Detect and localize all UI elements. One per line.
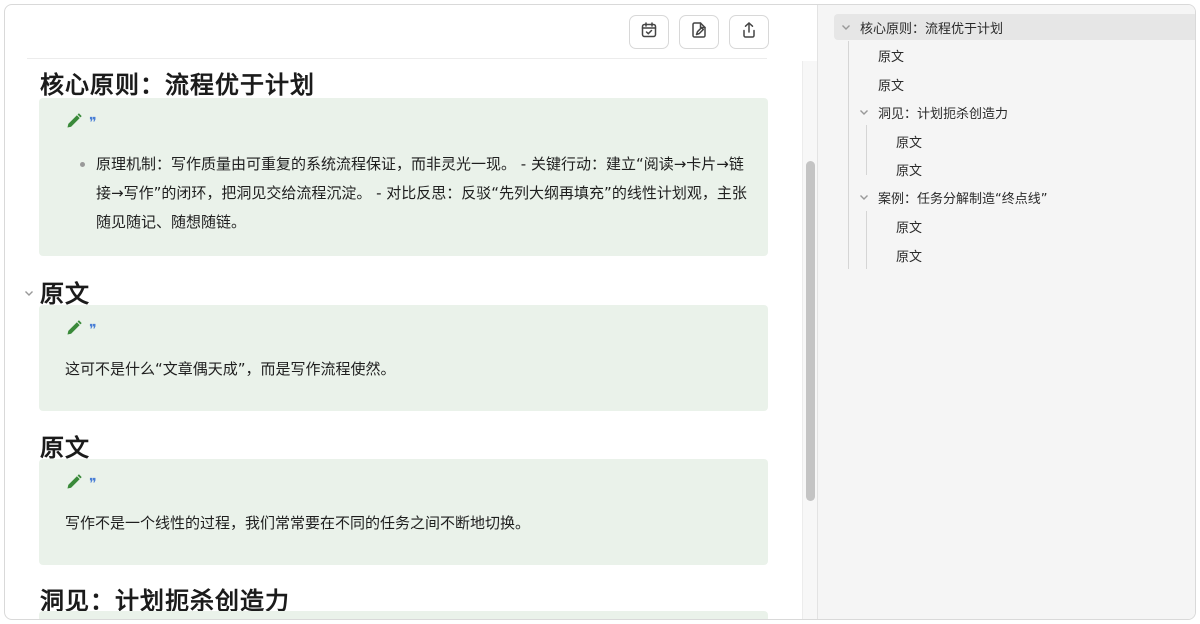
outline-guide-line xyxy=(866,211,867,269)
outline-item-label: 案例：任务分解制造“终点线” xyxy=(878,191,1048,207)
share-button[interactable] xyxy=(729,15,769,49)
chevron-down-icon[interactable] xyxy=(858,191,870,203)
outline-item-label: 原文 xyxy=(896,163,923,179)
outline-item[interactable]: 核心原则：流程优于计划 xyxy=(834,14,1195,40)
app-window: 核心原则：流程优于计划 ❞ 原理机制：写作质量由可重复的系统流程保证，而非灵光一… xyxy=(4,4,1196,620)
document-pane: 核心原则：流程优于计划 ❞ 原理机制：写作质量由可重复的系统流程保证，而非灵光一… xyxy=(5,5,802,619)
section-heading-original-text[interactable]: 原文 xyxy=(40,428,90,463)
outline-item-label: 核心原则：流程优于计划 xyxy=(860,21,1004,37)
outline-item-label: 洞见：计划扼杀创造力 xyxy=(878,106,1009,122)
note-card xyxy=(39,611,768,619)
pencil-icon[interactable] xyxy=(65,112,83,134)
pencil-icon[interactable] xyxy=(65,473,83,495)
outline-item[interactable]: 案例：任务分解制造“终点线” xyxy=(858,184,1047,210)
outline-item[interactable]: 原文 xyxy=(878,71,904,97)
scrollbar[interactable] xyxy=(802,61,817,619)
outline-item-label: 原文 xyxy=(878,49,905,65)
toolbar-divider xyxy=(27,58,767,59)
outline-item-label: 原文 xyxy=(896,135,923,151)
list-item: 原理机制：写作质量由可重复的系统流程保证，而非灵光一现。 - 关键行动：建立“阅… xyxy=(65,150,748,237)
outline-item[interactable]: 洞见：计划扼杀创造力 xyxy=(858,99,1008,125)
outline-guide-line xyxy=(848,41,849,269)
section-heading-core-principle[interactable]: 核心原则：流程优于计划 xyxy=(40,65,315,100)
file-edit-icon xyxy=(690,21,708,43)
toolbar xyxy=(629,15,769,49)
bullet-dot xyxy=(80,162,85,167)
quote-icon[interactable]: ❞ xyxy=(89,323,96,337)
note-card: ❞ 原理机制：写作质量由可重复的系统流程保证，而非灵光一现。 - 关键行动：建立… xyxy=(39,98,768,256)
chevron-down-icon[interactable] xyxy=(840,21,852,33)
outline-guide-line xyxy=(866,125,867,175)
outline-item-label: 原文 xyxy=(896,220,923,236)
outline-item[interactable]: 原文 xyxy=(878,42,904,68)
card-content: 写作不是一个线性的过程，我们常常要在不同的任务之间不断地切换。 xyxy=(65,514,531,532)
chevron-down-icon[interactable] xyxy=(858,106,870,118)
note-card: ❞ 写作不是一个线性的过程，我们常常要在不同的任务之间不断地切换。 xyxy=(39,459,768,565)
card-content: 原理机制：写作质量由可重复的系统流程保证，而非灵光一现。 - 关键行动：建立“阅… xyxy=(65,150,748,237)
outline-item-label: 原文 xyxy=(896,249,923,265)
note-card: ❞ 这可不是什么“文章偶天成”，而是写作流程使然。 xyxy=(39,305,768,411)
calendar-button[interactable] xyxy=(629,15,669,49)
section-heading-original-text[interactable]: 原文 xyxy=(40,274,90,309)
share-icon xyxy=(740,21,758,43)
quote-icon[interactable]: ❞ xyxy=(89,477,96,491)
pencil-icon[interactable] xyxy=(65,319,83,341)
outline-item[interactable]: 原文 xyxy=(896,156,922,182)
outline-sidebar: 核心原则：流程优于计划 原文 原文 洞见：计划扼杀创造力 原文 原文 案例：任务… xyxy=(817,5,1195,619)
outline-item[interactable]: 原文 xyxy=(896,242,922,268)
collapse-chevron-icon[interactable] xyxy=(23,284,35,296)
card-content: 这可不是什么“文章偶天成”，而是写作流程使然。 xyxy=(65,360,396,378)
bullet-text: 原理机制：写作质量由可重复的系统流程保证，而非灵光一现。 - 关键行动：建立“阅… xyxy=(96,155,747,231)
outline-item-label: 原文 xyxy=(878,78,905,94)
quote-icon[interactable]: ❞ xyxy=(89,116,96,130)
outline-item[interactable]: 原文 xyxy=(896,213,922,239)
edit-file-button[interactable] xyxy=(679,15,719,49)
outline-item[interactable]: 原文 xyxy=(896,128,922,154)
scrollbar-thumb[interactable] xyxy=(806,161,815,501)
calendar-check-icon xyxy=(640,21,658,43)
